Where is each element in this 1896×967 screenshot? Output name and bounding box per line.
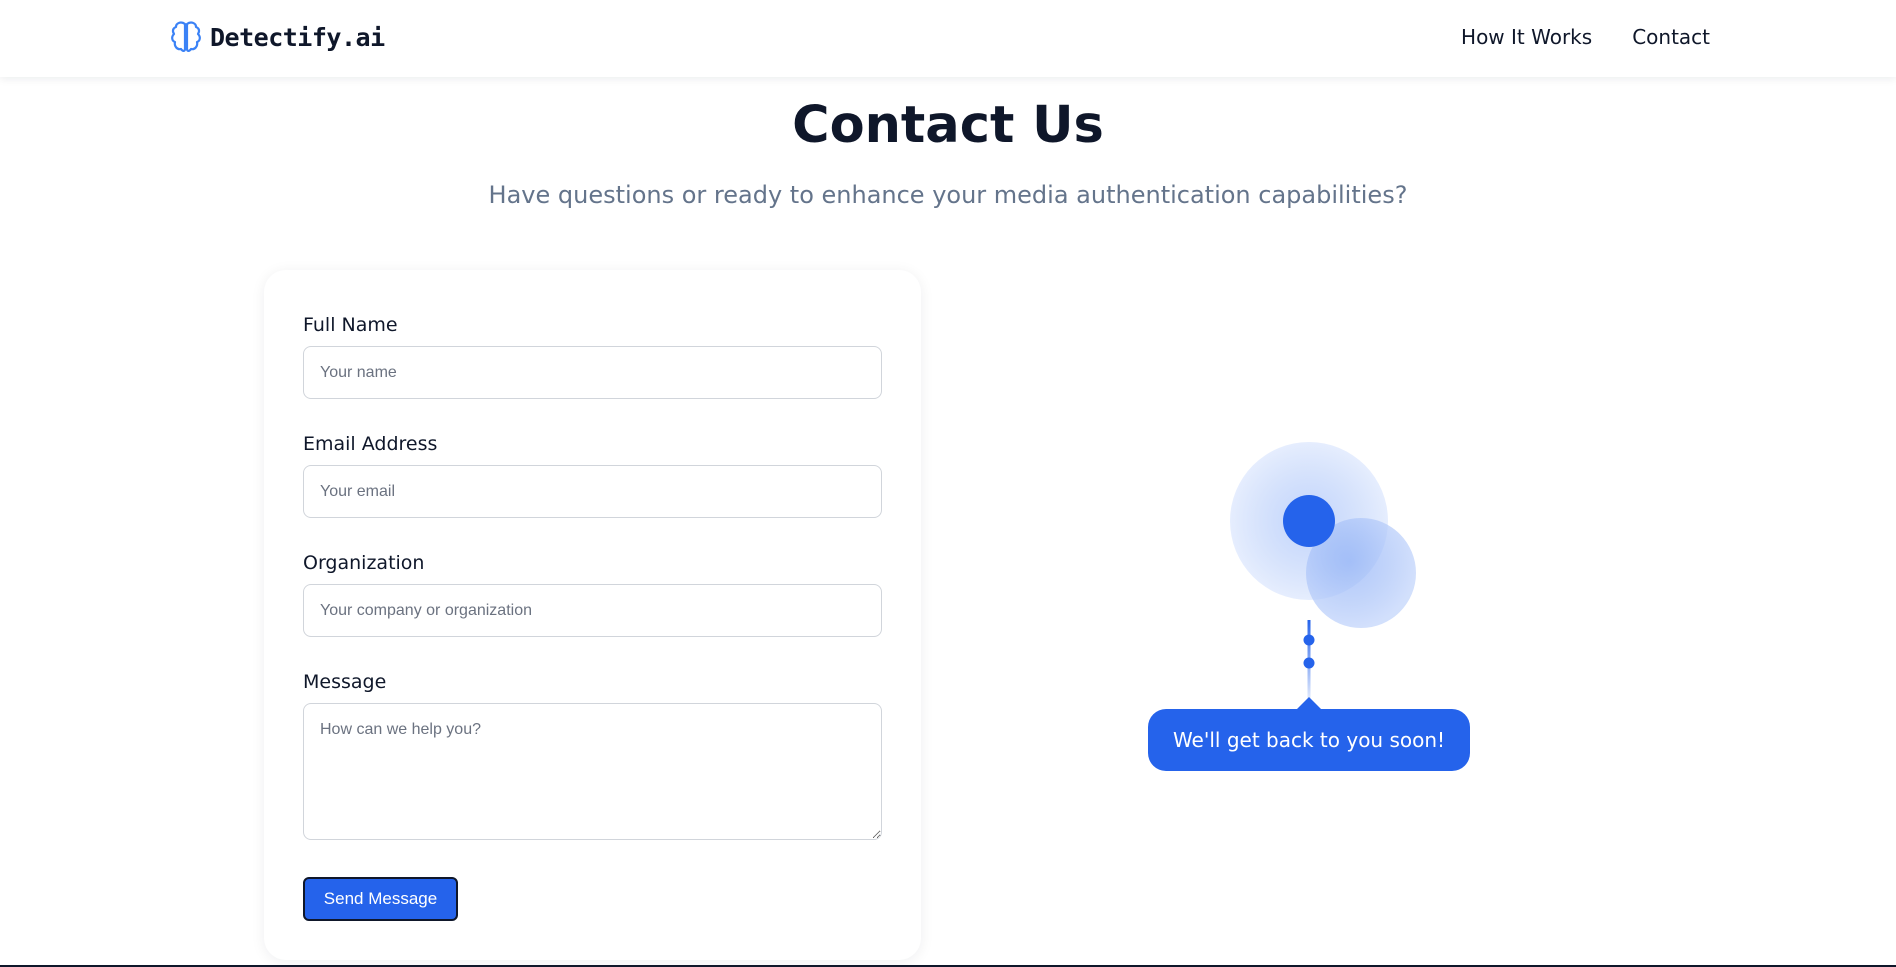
main-nav: How It Works Contact <box>1461 22 1710 52</box>
speech-bubble-tip <box>1297 697 1321 709</box>
connector-dot-bottom <box>1303 657 1315 669</box>
nav-link-contact[interactable]: Contact <box>1632 22 1710 52</box>
full-name-label: Full Name <box>303 314 398 336</box>
email-label: Email Address <box>303 433 438 455</box>
core-dot <box>1283 495 1335 547</box>
organization-label: Organization <box>303 552 425 574</box>
top-navbar: Detectify.ai How It Works Contact <box>0 0 1896 77</box>
nav-link-how-it-works[interactable]: How It Works <box>1461 22 1592 52</box>
brain-icon <box>171 21 201 52</box>
speech-bubble: We'll get back to you soon! <box>1148 709 1470 771</box>
page-subtitle: Have questions or ready to enhance your … <box>488 181 1408 209</box>
brand-name: Detectify.ai <box>210 22 385 52</box>
connector-dot-top <box>1303 634 1315 646</box>
full-name-input[interactable] <box>303 346 882 399</box>
brand-logo-link[interactable]: Detectify.ai <box>170 19 385 55</box>
message-label: Message <box>303 671 387 693</box>
page-title: Contact Us <box>792 96 1104 155</box>
email-input[interactable] <box>303 465 882 518</box>
message-textarea[interactable] <box>303 703 882 840</box>
send-message-button[interactable]: Send Message <box>303 877 458 921</box>
organization-input[interactable] <box>303 584 882 637</box>
contact-form: Full Name Email Address Organization Mes… <box>264 270 921 960</box>
